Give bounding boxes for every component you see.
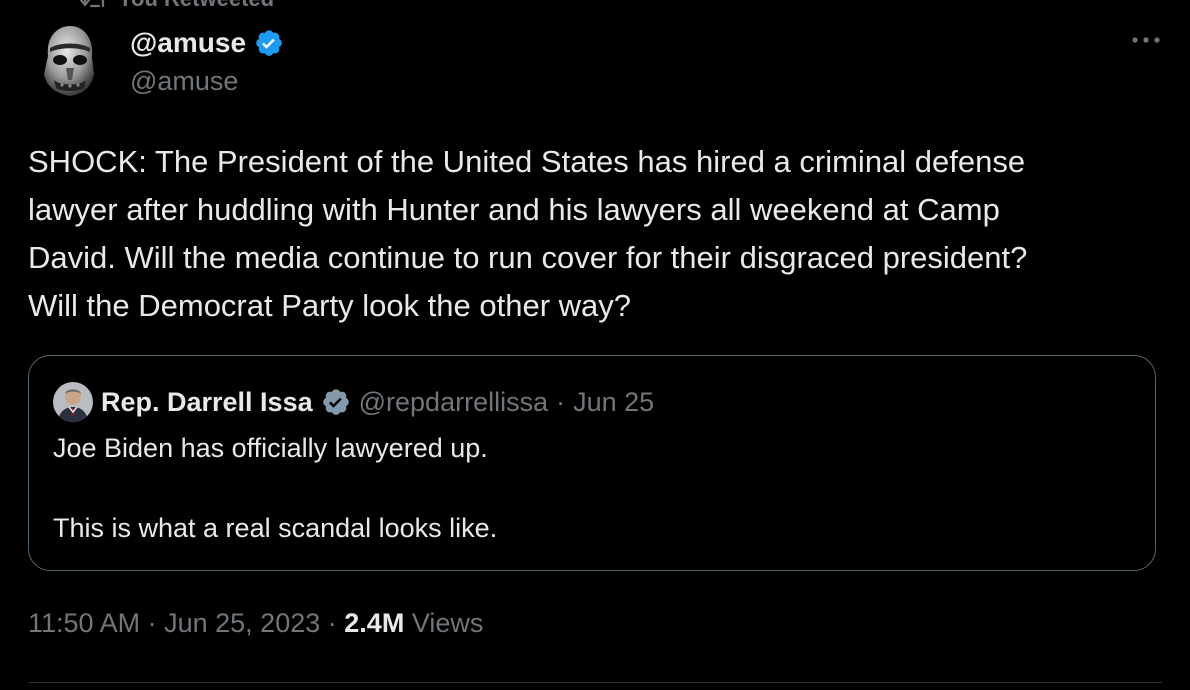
meta-separator: ·: [147, 608, 157, 638]
tweet-text-line: SHOCK: The President of the United State…: [28, 144, 1026, 179]
quoted-author-avatar[interactable]: [53, 382, 93, 422]
more-options-icon: [1132, 37, 1160, 43]
more-options-button[interactable]: [1128, 28, 1164, 52]
quoted-author-handle[interactable]: @repdarrellissa: [359, 387, 548, 418]
tweet-text-line: David. Will the media continue to run co…: [28, 240, 1028, 275]
retweet-indicator: You Retweeted: [80, 0, 274, 12]
author-display-name[interactable]: @amuse: [130, 27, 246, 59]
stormtrooper-avatar-icon: [44, 26, 94, 96]
views-label: Views: [411, 608, 484, 638]
author-avatar[interactable]: [36, 22, 100, 100]
quoted-author-name[interactable]: Rep. Darrell Issa: [101, 387, 313, 418]
meta-separator: ·: [327, 608, 337, 638]
tweet-text-line: Will the Democrat Party look the other w…: [28, 288, 632, 323]
verified-badge-icon[interactable]: [254, 28, 284, 58]
quoted-tweet-line: [53, 468, 497, 508]
retweet-label: You Retweeted: [118, 0, 274, 12]
tweet-metadata: 11:50 AM · Jun 25, 2023 · 2.4M Views: [28, 608, 483, 639]
quoted-header-separator: ·: [556, 386, 566, 417]
quoted-tweet-card[interactable]: Rep. Darrell Issa @repdarrellissa · Jun …: [28, 355, 1156, 571]
views-count[interactable]: 2.4M: [344, 608, 404, 638]
tweet-time[interactable]: 11:50 AM: [28, 608, 140, 638]
quoted-tweet-line: Joe Biden has officially lawyered up.: [53, 433, 488, 463]
tweet-date[interactable]: Jun 25, 2023: [164, 608, 320, 638]
author-block: @amuse @amuse: [130, 24, 284, 97]
retweet-icon: [80, 0, 108, 10]
author-name-row: @amuse: [130, 24, 284, 62]
quoted-tweet-date[interactable]: Jun 25: [573, 387, 654, 418]
author-handle[interactable]: @amuse: [130, 66, 284, 97]
tweet-text-line: lawyer after huddling with Hunter and hi…: [28, 192, 1000, 227]
tweet-text: SHOCK: The President of the United State…: [28, 138, 1168, 330]
quoted-tweet-line: This is what a real scandal looks like.: [53, 513, 498, 543]
quoted-tweet-text: Joe Biden has officially lawyered up. Th…: [53, 428, 497, 548]
quoted-tweet-header: Rep. Darrell Issa @repdarrellissa · Jun …: [53, 382, 654, 422]
divider: [28, 682, 1162, 683]
government-badge-icon[interactable]: [321, 387, 351, 417]
